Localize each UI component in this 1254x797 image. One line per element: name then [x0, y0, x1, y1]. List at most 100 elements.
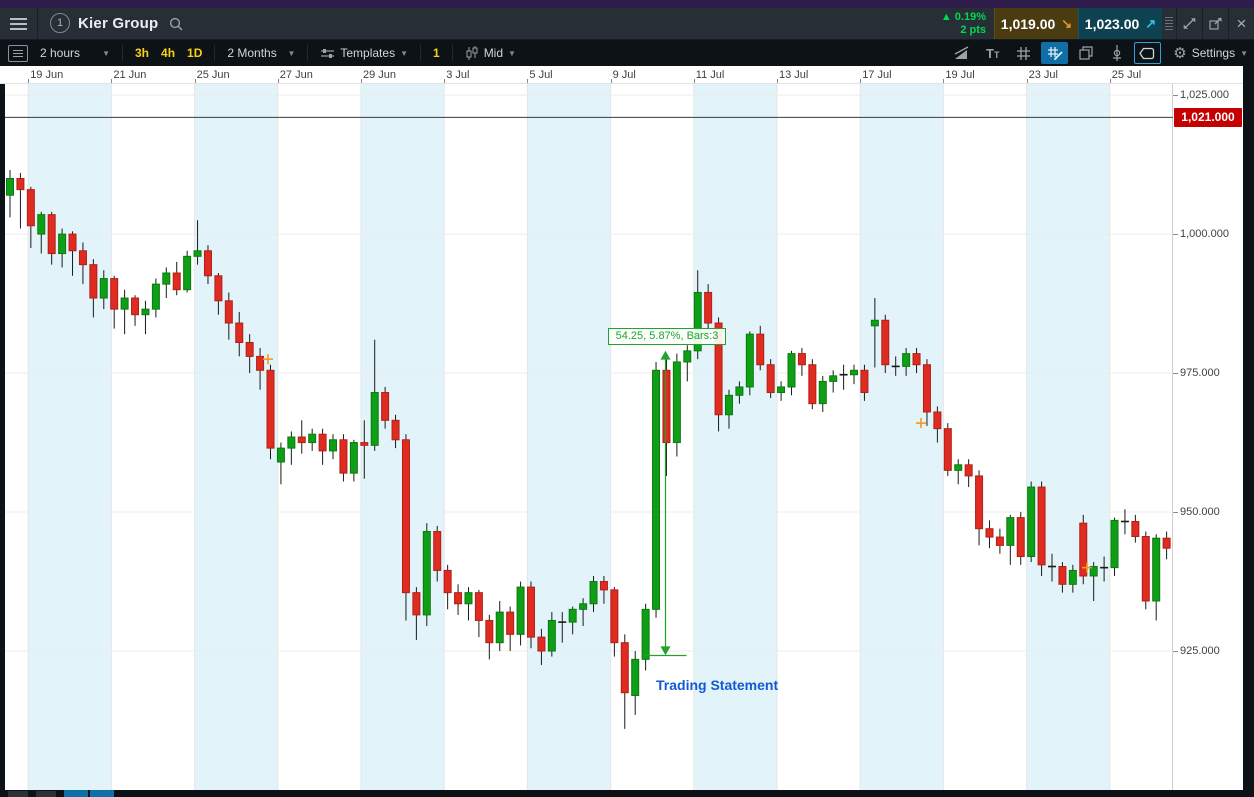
change-points: 2 pts — [960, 23, 986, 36]
candle — [620, 634, 629, 729]
layers-icon[interactable] — [1072, 42, 1099, 64]
candle — [162, 267, 171, 299]
candle — [818, 375, 827, 412]
price-change: ▲ 0.19% 2 pts — [941, 8, 994, 39]
candle — [266, 364, 275, 460]
candle — [610, 587, 619, 657]
candle — [683, 345, 692, 382]
interval-dropdown[interactable]: 2 hours ▼ — [34, 42, 116, 64]
candle — [777, 381, 786, 401]
candle — [120, 289, 129, 335]
date-label: 13 Jul — [779, 69, 809, 81]
trading-chart-window: 1 Kier Group ▲ 0.19% 2 pts 1,019.00 ↘ 1,0… — [0, 0, 1254, 797]
chart-plot-area[interactable] — [5, 84, 1173, 790]
bottom-tool-icon[interactable] — [36, 791, 56, 797]
menu-hamburger-icon[interactable] — [0, 8, 38, 39]
price-label: 1,025.000 — [1180, 88, 1229, 101]
price-label: 1,000.000 — [1180, 227, 1229, 240]
quick-interval-1d[interactable]: 1D — [181, 42, 208, 64]
drop-line-tool-icon[interactable] — [1103, 42, 1130, 64]
candle — [797, 348, 806, 376]
watchlist-icon[interactable] — [8, 44, 28, 62]
search-icon[interactable] — [168, 8, 184, 39]
candle — [151, 278, 160, 318]
date-label: 5 Jul — [529, 69, 553, 81]
measurement-annotation[interactable]: 54.25, 5.87%, Bars:3 — [608, 328, 726, 345]
draw-on-grid-tool-icon[interactable] — [1041, 42, 1069, 64]
sell-button[interactable]: 1,019.00 ↘ — [994, 8, 1078, 39]
chevron-down-icon: ▼ — [287, 48, 296, 58]
candle — [506, 606, 515, 652]
date-label: 27 Jun — [279, 69, 313, 81]
chart-toolbar: 2 hours ▼ 3h 4h 1D 2 Months ▼ Templates ▼ 1… — [0, 40, 1254, 66]
candle — [975, 470, 984, 546]
candle — [943, 423, 952, 476]
date-label: 19 Jul — [945, 69, 975, 81]
text-tool-icon[interactable]: TT — [979, 42, 1006, 64]
quick-interval-4h[interactable]: 4h — [155, 42, 181, 64]
open-in-new-window-icon[interactable] — [1203, 8, 1228, 39]
date-label: 29 Jun — [363, 69, 397, 81]
candle — [985, 520, 994, 549]
price-axis[interactable]: 1,021.000 1,025.000 1,000.000 975.000 950.0… — [1173, 84, 1243, 790]
gear-icon: ⚙ — [1173, 45, 1187, 62]
candle — [308, 428, 317, 451]
date-label: 19 Jun — [30, 69, 64, 81]
bottom-tool-active-icon[interactable] — [64, 790, 88, 797]
candle — [349, 439, 358, 482]
bottom-tool-icon[interactable] — [8, 791, 28, 797]
window-top-strip — [0, 0, 1254, 8]
date-axis[interactable]: 19 Jun 21 Jun 25 Jun 27 Jun 29 Jun 3 Jul 5 Jul… — [0, 66, 1243, 84]
candle — [454, 584, 463, 615]
candle — [1027, 481, 1036, 563]
price-type-dropdown[interactable]: Mid ▼ — [459, 42, 522, 64]
axis-right-edge — [1243, 66, 1254, 790]
price-label: 950.000 — [1180, 505, 1220, 518]
chevron-down-icon: ▼ — [508, 48, 516, 58]
candle — [1141, 531, 1150, 610]
grid-tool-icon[interactable] — [1010, 42, 1037, 64]
day-band — [28, 84, 112, 790]
candle — [172, 261, 181, 296]
buy-price: 1,023.00 — [1084, 15, 1140, 32]
date-label: 9 Jul — [612, 69, 636, 81]
drag-grip-handle[interactable] — [1162, 8, 1176, 39]
buy-up-arrow-icon: ↗ — [1145, 15, 1157, 31]
chart-count-badge[interactable]: 1 — [427, 42, 446, 64]
range-dropdown[interactable]: 2 Months ▼ — [221, 42, 301, 64]
candle — [485, 614, 494, 660]
quick-interval-3h[interactable]: 3h — [129, 42, 155, 64]
trendline-tool-icon[interactable] — [948, 42, 975, 64]
sell-price: 1,019.00 — [1000, 15, 1056, 32]
callout-tool-icon[interactable] — [1134, 42, 1162, 64]
candle — [954, 459, 963, 485]
candle — [995, 528, 1004, 554]
sell-down-arrow-icon: ↘ — [1061, 15, 1073, 31]
candle — [1152, 534, 1161, 621]
candle — [1110, 517, 1119, 576]
candle — [1037, 481, 1046, 576]
candle — [964, 459, 973, 488]
templates-icon — [320, 47, 335, 60]
candle — [662, 359, 671, 476]
candle — [1006, 514, 1015, 565]
news-event-label[interactable]: Trading Statement — [656, 677, 778, 693]
panel-number-badge[interactable]: 1 — [50, 13, 70, 33]
buy-button[interactable]: 1,023.00 ↗ — [1078, 8, 1162, 39]
chevron-down-icon: ▼ — [102, 48, 110, 58]
candle — [287, 431, 296, 465]
candle — [6, 170, 14, 218]
current-price-badge: 1,021.000 — [1174, 107, 1242, 127]
close-icon[interactable]: × — [1229, 8, 1254, 39]
expand-icon[interactable] — [1177, 8, 1202, 39]
bottom-tool-active-icon[interactable] — [90, 790, 114, 797]
candle — [1016, 512, 1025, 565]
date-label: 23 Jul — [1028, 69, 1058, 81]
templates-dropdown[interactable]: Templates ▼ — [314, 42, 414, 64]
candle — [766, 359, 775, 399]
candle — [1079, 514, 1088, 585]
settings-button[interactable]: ⚙ Settings ▼ — [1167, 42, 1254, 64]
change-percent: ▲ 0.19% — [940, 10, 986, 23]
candle — [474, 589, 483, 638]
candle — [672, 353, 681, 457]
